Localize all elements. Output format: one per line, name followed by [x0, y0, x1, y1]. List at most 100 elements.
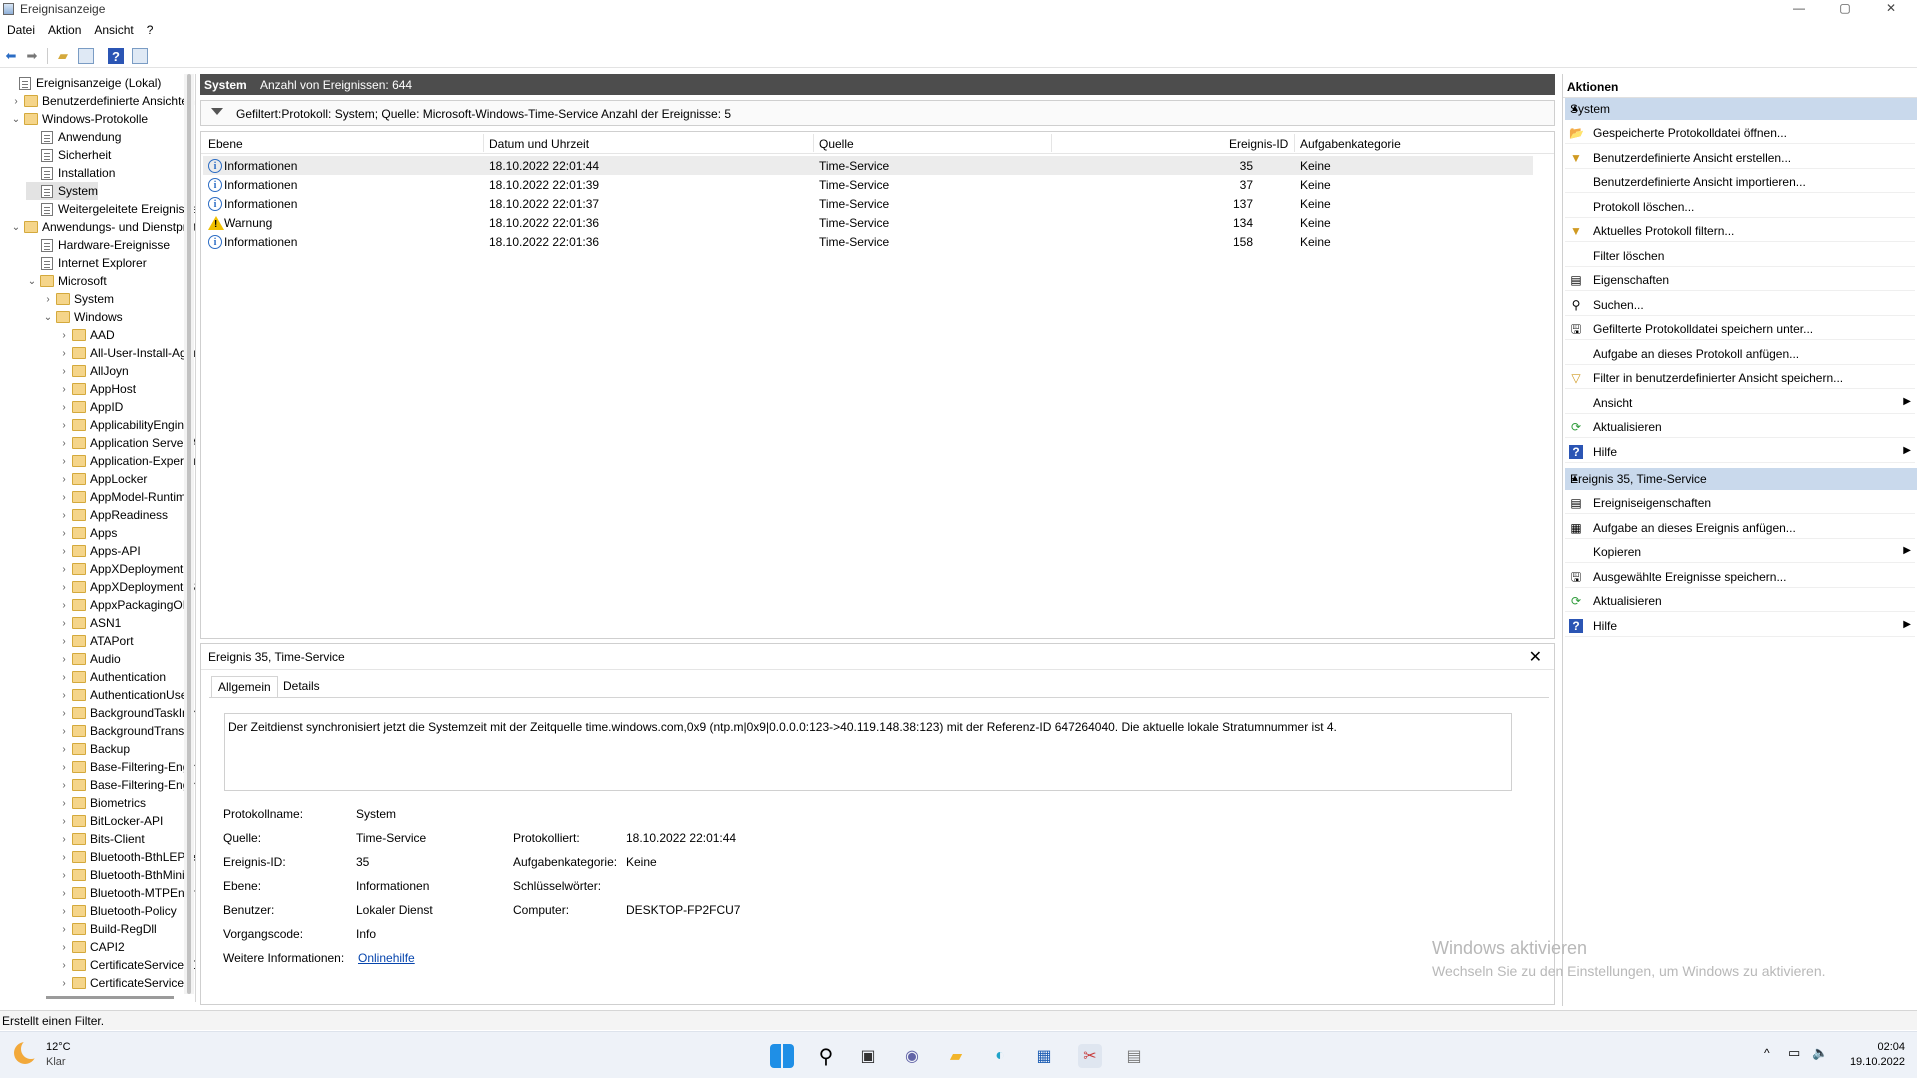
scrollbar-thumb[interactable]: [187, 74, 191, 994]
chevron-right-icon[interactable]: ›: [58, 762, 70, 773]
column-separator[interactable]: [1294, 134, 1295, 152]
collapse-icon[interactable]: ▲: [1570, 103, 1911, 114]
chevron-right-icon[interactable]: ›: [58, 600, 70, 611]
tree-item[interactable]: Internet Explorer: [26, 254, 147, 272]
chevron-right-icon[interactable]: ›: [58, 348, 70, 359]
chevron-right-icon[interactable]: ›: [58, 384, 70, 395]
chevron-right-icon[interactable]: ›: [58, 528, 70, 539]
chat-icon[interactable]: ◉: [900, 1044, 924, 1068]
table-row[interactable]: i Informationen 18.10.2022 22:01:37 Time-Se…: [203, 194, 1533, 213]
close-button[interactable]: ✕: [1868, 0, 1914, 18]
tree-vertical-scrollbar[interactable]: [184, 74, 194, 994]
tree-item[interactable]: Hardware-Ereignisse: [26, 236, 170, 254]
table-row[interactable]: Warnung 18.10.2022 22:01:36 Time-Service 13…: [203, 213, 1533, 232]
chevron-right-icon[interactable]: ›: [58, 852, 70, 863]
menu-datei[interactable]: Datei: [0, 20, 41, 37]
chevron-right-icon[interactable]: ›: [58, 402, 70, 413]
tree-item[interactable]: › AppID: [58, 398, 123, 416]
tree-item[interactable]: System: [26, 182, 99, 200]
tree-item[interactable]: › Base-Filtering-Engine-Connections: [58, 758, 195, 776]
tree-item[interactable]: › AppLocker: [58, 470, 147, 488]
back-icon[interactable]: ⬅: [3, 48, 19, 64]
tree-item[interactable]: › AppXDeployment-Server: [58, 578, 195, 596]
event-message[interactable]: Der Zeitdienst synchronisiert jetzt die …: [224, 713, 1512, 791]
chevron-right-icon[interactable]: ›: [58, 330, 70, 341]
tree-item[interactable]: › AppXDeployment: [58, 560, 183, 578]
chevron-right-icon[interactable]: ›: [58, 546, 70, 557]
tray-chevron-icon[interactable]: ^: [1764, 1046, 1770, 1060]
chevron-down-icon[interactable]: ⌄: [10, 222, 22, 233]
tree-item[interactable]: › AAD: [58, 326, 114, 344]
tree-horizontal-scrollbar[interactable]: [46, 996, 174, 999]
console-tree[interactable]: Ereignisanzeige (Lokal) › Benutzerdefinier…: [0, 74, 196, 1002]
action-item[interactable]: ? Hilfe ▶: [1565, 441, 1915, 463]
chevron-right-icon[interactable]: ›: [58, 636, 70, 647]
chevron-down-icon[interactable]: ⌄: [42, 312, 54, 323]
col-header-kategorie[interactable]: Aufgabenkategorie: [1300, 137, 1401, 151]
tree-item[interactable]: Sicherheit: [26, 146, 111, 164]
column-separator[interactable]: [1051, 134, 1052, 152]
tree-item[interactable]: › AppHost: [58, 380, 136, 398]
col-header-quelle[interactable]: Quelle: [819, 137, 854, 151]
tree-item[interactable]: › All-User-Install-Agent: [58, 344, 195, 362]
action-item[interactable]: Protokoll löschen...: [1565, 196, 1915, 218]
action-item[interactable]: Kopieren ▶: [1565, 541, 1915, 563]
chevron-right-icon[interactable]: ›: [58, 960, 70, 971]
chevron-right-icon[interactable]: ›: [10, 96, 22, 107]
tree-item[interactable]: › CertificateServicesClient: [58, 956, 195, 974]
action-item[interactable]: ▤ Eigenschaften: [1565, 269, 1915, 291]
tree-item[interactable]: Ereignisanzeige (Lokal): [4, 74, 161, 92]
events-table[interactable]: Ebene Datum und Uhrzeit Quelle Ereignis-…: [200, 131, 1555, 639]
action-item[interactable]: ⟳ Aktualisieren: [1565, 590, 1915, 612]
tree-item[interactable]: › ASN1: [58, 614, 121, 632]
chevron-right-icon[interactable]: ›: [42, 294, 54, 305]
tree-item[interactable]: › AppReadiness: [58, 506, 168, 524]
chevron-right-icon[interactable]: ›: [58, 798, 70, 809]
col-header-datum[interactable]: Datum und Uhrzeit: [489, 137, 589, 151]
tree-item[interactable]: › ApplicabilityEngine: [58, 416, 190, 434]
online-help-link[interactable]: Onlinehilfe: [358, 951, 415, 965]
chevron-right-icon[interactable]: ›: [58, 564, 70, 575]
task-view-icon[interactable]: ▣: [856, 1044, 880, 1068]
snipping-tool-icon[interactable]: ✂: [1078, 1044, 1102, 1068]
tree-item[interactable]: › AppModel-Runtime: [58, 488, 192, 506]
edge-icon[interactable]: ◐: [988, 1044, 1012, 1068]
action-item[interactable]: Aufgabe an dieses Protokoll anfügen...: [1565, 343, 1915, 365]
tree-item[interactable]: › Bits-Client: [58, 830, 144, 848]
chevron-right-icon[interactable]: ›: [58, 510, 70, 521]
table-row[interactable]: i Informationen 18.10.2022 22:01:39 Time-Se…: [203, 175, 1533, 194]
chevron-right-icon[interactable]: ›: [58, 906, 70, 917]
action-item[interactable]: ▼ Benutzerdefinierte Ansicht erstellen...: [1565, 147, 1915, 169]
tab-details[interactable]: Details: [277, 676, 326, 698]
start-icon[interactable]: [770, 1044, 794, 1068]
chevron-down-icon[interactable]: ⌄: [26, 276, 38, 287]
chevron-right-icon[interactable]: ›: [58, 708, 70, 719]
table-row[interactable]: i Informationen 18.10.2022 22:01:44 Time-Se…: [203, 156, 1533, 175]
chevron-right-icon[interactable]: ›: [58, 816, 70, 827]
tree-item[interactable]: › AuthenticationUser: [58, 686, 191, 704]
chevron-right-icon[interactable]: ›: [58, 726, 70, 737]
menu-help[interactable]: ?: [140, 20, 160, 37]
tree-item[interactable]: ⌄ Microsoft: [26, 272, 107, 290]
forward-icon[interactable]: ➡: [24, 48, 40, 64]
tree-item[interactable]: Weitergeleitete Ereignisse: [26, 200, 195, 218]
system-clock[interactable]: 02:04 19.10.2022: [1850, 1040, 1905, 1070]
tree-item[interactable]: Installation: [26, 164, 115, 182]
tree-item[interactable]: › Apps-API: [58, 542, 140, 560]
col-header-ebene[interactable]: Ebene: [208, 137, 243, 151]
tree-item[interactable]: › Bluetooth-BthMini: [58, 866, 184, 884]
chevron-right-icon[interactable]: ›: [58, 978, 70, 989]
action-item[interactable]: ⟳ Aktualisieren: [1565, 416, 1915, 438]
tree-item[interactable]: › BackgroundTaskInfrastructure: [58, 704, 195, 722]
tree-item[interactable]: › Audio: [58, 650, 120, 668]
tree-item[interactable]: › ATAPort: [58, 632, 133, 650]
menu-ansicht[interactable]: Ansicht: [87, 20, 139, 37]
action-pane-icon[interactable]: [132, 48, 148, 64]
tree-item[interactable]: ⌄ Windows-Protokolle: [10, 110, 148, 128]
chevron-right-icon[interactable]: ›: [58, 492, 70, 503]
console-tree-icon[interactable]: [78, 48, 94, 64]
column-separator[interactable]: [813, 134, 814, 152]
col-header-id[interactable]: Ereignis-ID: [1229, 137, 1288, 151]
tree-item[interactable]: › Application-Experience: [58, 452, 195, 470]
chevron-right-icon[interactable]: ›: [58, 924, 70, 935]
